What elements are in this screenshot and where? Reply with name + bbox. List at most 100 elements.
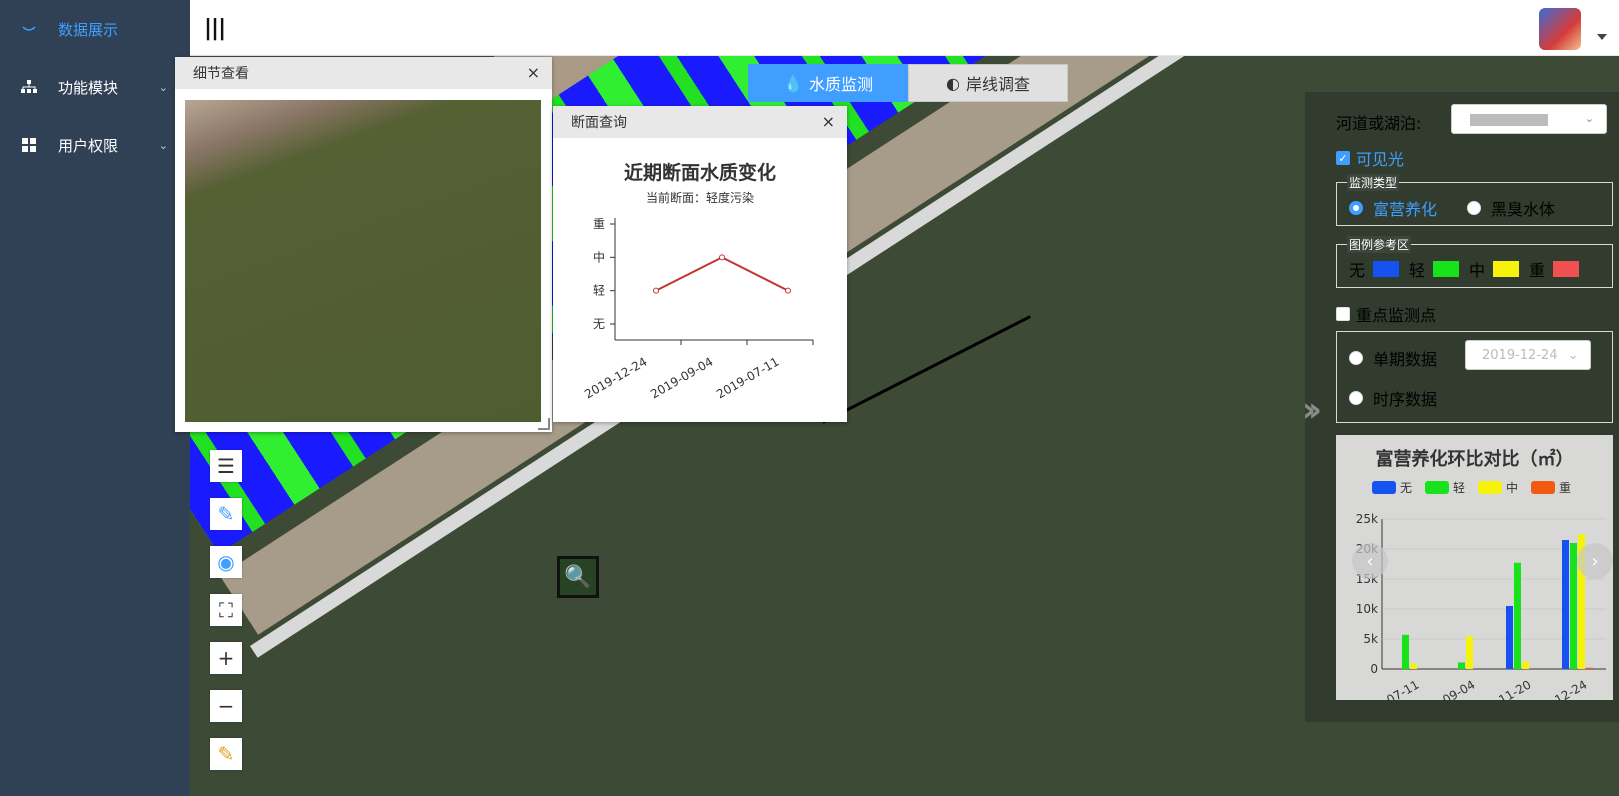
y-tick-label: 5k xyxy=(1363,632,1378,646)
caret-down-icon[interactable] xyxy=(1597,34,1607,40)
map-toolbar: ☰ ✎ ◉ ⛶ + − ✎ xyxy=(210,450,242,786)
monitor-type-group: 监测类型 富营养化 黑臭水体 xyxy=(1336,174,1613,226)
bar xyxy=(1570,543,1577,669)
group-legend: 监测类型 xyxy=(1347,174,1400,191)
bar xyxy=(1514,562,1521,669)
y-tick-label: 10k xyxy=(1356,602,1378,616)
line-chart: 无 轻 中 重 2019-12-242019-09-042019-07-11 xyxy=(582,217,814,401)
sidebar-item-label: 数据展示 xyxy=(58,20,119,39)
section-panel: 断面查询 × 近期断面水质变化 当前断面：轻度污染 无 轻 中 重 2019-12-24… xyxy=(553,106,847,422)
detail-panel: 细节查看 × xyxy=(175,57,552,432)
shoreline-icon: ◐ xyxy=(946,73,960,93)
zoom-in-button[interactable]: + xyxy=(210,642,242,674)
bar xyxy=(1586,667,1593,669)
zoom-out-button[interactable]: − xyxy=(210,690,242,722)
chevron-down-icon: ⌄ xyxy=(1567,347,1579,363)
y-tick-label: 轻 xyxy=(593,284,605,298)
radio[interactable] xyxy=(1349,391,1363,405)
group-legend: 图例参考区 xyxy=(1347,236,1412,253)
bar xyxy=(1562,540,1569,669)
menu-toggle-icon[interactable]: ||| xyxy=(204,16,226,41)
chevron-down-icon: ⌄ xyxy=(158,80,168,94)
minus-icon: − xyxy=(217,694,235,718)
bar xyxy=(1522,661,1529,669)
radio-black-odorous[interactable]: 黑臭水体 xyxy=(1467,196,1555,220)
chevron-down-icon: ⌄ xyxy=(158,138,168,152)
tab-shoreline[interactable]: ◐ 岸线调查 xyxy=(908,64,1068,102)
sidebar-item-data-display[interactable]: 数据展示 xyxy=(0,0,190,58)
series-line xyxy=(655,256,789,292)
layers-icon: ☰ xyxy=(217,454,235,478)
close-icon[interactable]: × xyxy=(822,112,835,131)
legend-label: 重 xyxy=(1559,481,1571,495)
magnifier-icon[interactable]: 🔍 xyxy=(557,556,599,598)
radio[interactable] xyxy=(1467,201,1481,215)
legend-swatch xyxy=(1553,261,1580,277)
legend-swatch xyxy=(1531,481,1555,494)
checkbox[interactable]: ✓ xyxy=(1336,151,1350,165)
sidebar-item-modules[interactable]: 功能模块 ⌄ xyxy=(0,58,190,116)
grid-icon xyxy=(20,136,38,154)
legend-label: 无 xyxy=(1349,261,1366,280)
chart-subtitle: 当前断面：轻度污染 xyxy=(645,191,754,205)
radio[interactable] xyxy=(1349,201,1363,215)
resize-handle[interactable] xyxy=(538,418,550,430)
y-tick-label: 无 xyxy=(593,317,605,331)
legend-swatch xyxy=(1478,481,1502,494)
bar xyxy=(1506,606,1513,669)
legend-group: 图例参考区 无 轻 中 重 xyxy=(1336,236,1613,288)
key-points-checkbox[interactable]: 重点监测点 xyxy=(1336,302,1436,326)
layers-button[interactable]: ☰ xyxy=(210,450,242,482)
tab-water-quality[interactable]: 💧 水质监测 xyxy=(748,64,908,102)
chevron-right-icon[interactable]: › xyxy=(1577,543,1613,579)
bar-chart-card: 富营养化环比对比（㎡） 无轻中重05k10k15k20k25k2019-07-1… xyxy=(1336,435,1613,700)
radio[interactable] xyxy=(1349,351,1363,365)
panel-title: 细节查看 xyxy=(193,66,249,82)
chevron-left-icon[interactable]: ‹ xyxy=(1352,543,1388,579)
sidebar-item-label: 功能模块 xyxy=(58,78,119,97)
panel-header[interactable]: 断面查询 × xyxy=(553,106,847,138)
legend-swatch xyxy=(1425,481,1449,494)
mode-tabs: 💧 水质监测 ◐ 岸线调查 xyxy=(748,64,1068,102)
close-icon[interactable]: × xyxy=(527,63,540,82)
legend-swatch xyxy=(1433,261,1460,277)
x-tick-label: 2019-07-11 xyxy=(1354,677,1421,700)
measure-button[interactable]: ✎ xyxy=(210,738,242,770)
date-picker[interactable]: 2019-12-24 ⌄ xyxy=(1465,340,1591,370)
legend-swatch xyxy=(1373,261,1400,277)
visibility-button[interactable]: ◉ xyxy=(210,546,242,578)
draw-button[interactable]: ✎ xyxy=(210,498,242,530)
chart-title: 富营养化环比对比（㎡） xyxy=(1375,449,1574,470)
x-tick-label: 2019-12-24 xyxy=(582,354,649,401)
radio-series[interactable]: 时序数据 xyxy=(1349,386,1437,410)
x-tick-label: 2019-09-04 xyxy=(648,354,715,401)
sitemap-icon xyxy=(20,78,38,96)
y-tick-label: 0 xyxy=(1370,662,1378,676)
river-select[interactable]: ⌄ xyxy=(1451,104,1607,134)
fullscreen-button[interactable]: ⛶ xyxy=(210,594,242,626)
visible-light-checkbox[interactable]: ✓ 可见光 xyxy=(1336,146,1404,170)
chevron-down-icon: ⌄ xyxy=(1584,112,1594,125)
legend-row: 无轻中重 xyxy=(1349,257,1589,281)
legend-label: 中 xyxy=(1506,480,1518,495)
checkbox[interactable] xyxy=(1336,307,1350,321)
panel-header[interactable]: 细节查看 × xyxy=(175,57,552,89)
bar xyxy=(1458,662,1465,669)
section-line[interactable] xyxy=(822,315,1031,424)
ruler-icon: ✎ xyxy=(217,742,235,766)
bar xyxy=(1410,663,1417,669)
radio-single[interactable]: 单期数据 xyxy=(1349,346,1437,370)
bar xyxy=(1466,636,1473,669)
eye-icon xyxy=(20,20,38,38)
legend-label: 无 xyxy=(1400,481,1412,495)
x-tick-label: 2019-07-11 xyxy=(714,354,781,401)
avatar[interactable] xyxy=(1539,8,1581,50)
eye-icon: ◉ xyxy=(217,550,235,574)
bar xyxy=(1402,634,1409,669)
legend-swatch xyxy=(1372,481,1396,494)
legend-label: 轻 xyxy=(1409,261,1426,280)
data-point xyxy=(653,287,659,294)
radio-eutrophication[interactable]: 富营养化 xyxy=(1349,196,1437,220)
top-bar: ||| xyxy=(190,0,1619,56)
sidebar-item-permissions[interactable]: 用户权限 ⌄ xyxy=(0,116,190,174)
